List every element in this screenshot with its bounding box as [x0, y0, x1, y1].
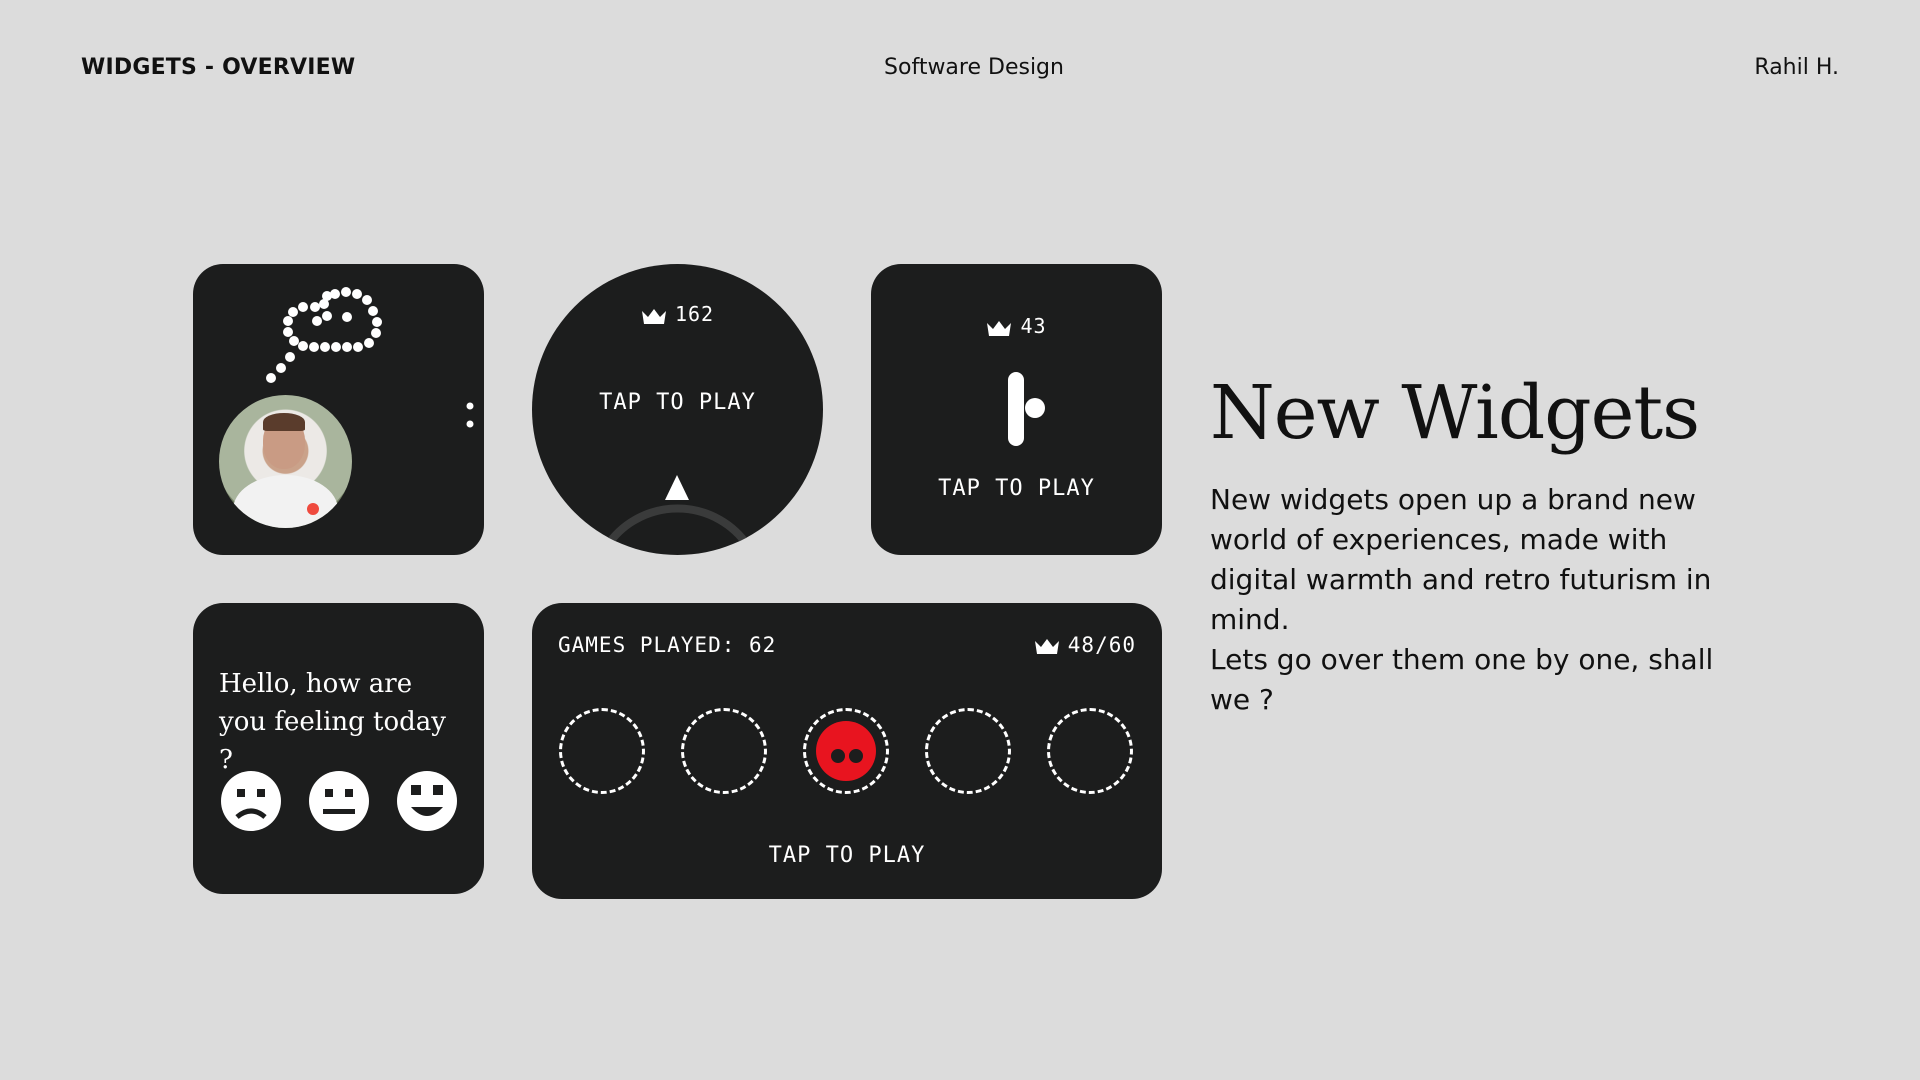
header-author: Rahil H. [1754, 55, 1839, 80]
neutral-face-icon[interactable] [307, 769, 371, 833]
section-description: New widgets open up a brand new world of… [1210, 480, 1730, 720]
description-paragraph: Lets go over them one by one, shall we ? [1210, 643, 1714, 716]
games-played-label: GAMES PLAYED: 62 [558, 633, 777, 657]
ghost-icon [816, 721, 876, 781]
tap-to-play-label: TAP TO PLAY [938, 476, 1095, 501]
header-category: Software Design [884, 55, 1064, 80]
game-slot[interactable] [1047, 708, 1133, 794]
game-slot[interactable] [925, 708, 1011, 794]
games-played-widget[interactable]: GAMES PLAYED: 62 48/60 TAP TO PLAY [532, 603, 1162, 899]
avatar [219, 395, 352, 528]
game-slot-active[interactable] [803, 708, 889, 794]
avatar-message-widget[interactable] [193, 264, 484, 555]
game-slot[interactable] [681, 708, 767, 794]
score-counter: 48/60 [1034, 633, 1136, 657]
crown-icon [1034, 639, 1059, 654]
launcher-icon [603, 475, 752, 549]
sad-face-icon[interactable] [219, 769, 283, 833]
flappy-game-widget[interactable]: 43 TAP TO PLAY [871, 264, 1162, 555]
mood-widget: Hello, how are you feeling today ? [193, 603, 484, 894]
round-game-widget[interactable]: 162 TAP TO PLAY [532, 264, 823, 555]
section-title: New Widgets [1210, 370, 1700, 456]
tap-to-play-label: TAP TO PLAY [768, 843, 926, 868]
mood-question: Hello, how are you feeling today ? [219, 669, 446, 775]
game-slot[interactable] [559, 708, 645, 794]
player-icon [1008, 372, 1045, 446]
happy-face-icon[interactable] [395, 769, 459, 833]
description-paragraph: New widgets open up a brand new world of… [1210, 483, 1712, 636]
